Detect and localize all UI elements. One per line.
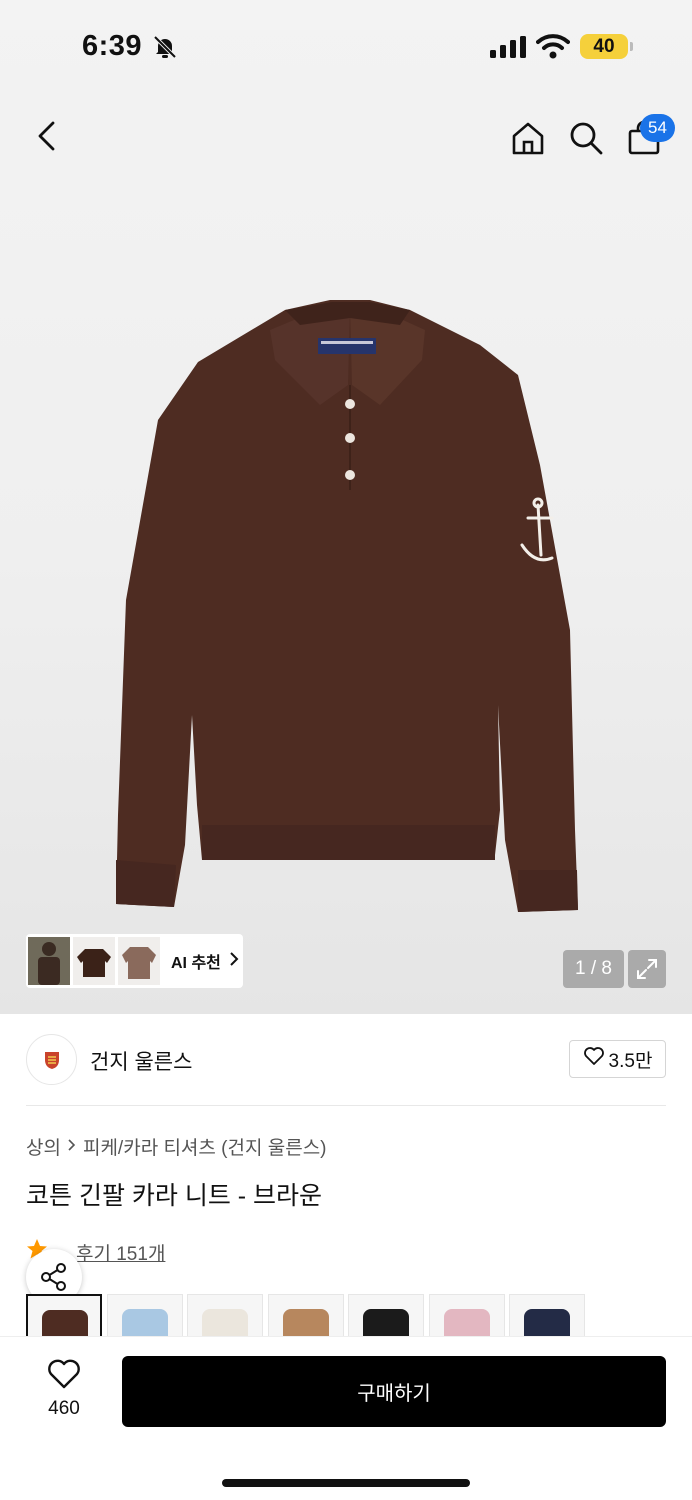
- top-nav: [0, 108, 692, 168]
- swatch-shirt: [121, 1309, 168, 1336]
- breadcrumb-subcategory[interactable]: 피케/카라 티셔츠 (건지 울른스): [83, 1133, 327, 1160]
- product-gallery[interactable]: 6:39 40 54 AI 추천 1 / 8: [0, 0, 692, 1014]
- swatch-shirt: [202, 1309, 248, 1336]
- product-image[interactable]: [100, 300, 595, 920]
- color-swatch[interactable]: [187, 1294, 263, 1336]
- image-counter: 1 / 8: [563, 950, 624, 988]
- color-swatch[interactable]: [509, 1294, 585, 1336]
- color-swatch[interactable]: [348, 1294, 424, 1336]
- divider: [26, 1105, 666, 1106]
- expand-icon[interactable]: [628, 950, 666, 988]
- signal-icon: [490, 36, 526, 63]
- bottom-bar: 460 구매하기: [0, 1336, 692, 1500]
- brand-name[interactable]: 건지 울른스: [90, 1046, 192, 1076]
- battery-icon: 40: [580, 34, 628, 59]
- brand-like-button[interactable]: 3.5만: [569, 1040, 666, 1078]
- brand-logo[interactable]: [26, 1034, 77, 1085]
- color-swatch[interactable]: [106, 1294, 183, 1336]
- battery-cap: [630, 42, 633, 51]
- ai-recommend-label: AI 추천: [171, 955, 221, 972]
- home-indicator[interactable]: [222, 1479, 470, 1487]
- review-link[interactable]: 후기 151개: [76, 1239, 165, 1266]
- buy-button[interactable]: 구매하기: [122, 1356, 666, 1427]
- swatch-shirt: [524, 1309, 570, 1336]
- heart-icon: [583, 1046, 605, 1072]
- color-options: [26, 1294, 692, 1336]
- ai-recommend-button[interactable]: AI 추천: [26, 934, 243, 988]
- home-icon[interactable]: [506, 116, 550, 160]
- cart-count-badge: 54: [640, 114, 675, 142]
- status-bar: 6:39 40: [0, 0, 692, 92]
- search-icon[interactable]: [564, 116, 608, 160]
- wishlist-button[interactable]: 460: [30, 1359, 98, 1427]
- ai-thumb-styled: [28, 937, 70, 985]
- product-title: 코튼 긴팔 카라 니트 - 브라운: [26, 1182, 323, 1210]
- color-swatch[interactable]: [267, 1294, 344, 1336]
- wifi-icon: [536, 33, 570, 64]
- swatch-shirt: [42, 1310, 88, 1336]
- ai-thumb-item: [73, 937, 115, 985]
- swatch-shirt: [443, 1309, 490, 1336]
- status-time: 6:39: [82, 30, 143, 62]
- brand-like-count: 3.5만: [608, 1050, 653, 1072]
- bell-off-icon: [152, 34, 178, 65]
- color-swatch[interactable]: [26, 1294, 102, 1336]
- back-icon[interactable]: [28, 118, 64, 154]
- color-swatch[interactable]: [428, 1294, 505, 1336]
- chevron-right-icon: [67, 1136, 77, 1158]
- heart-icon: [47, 1359, 81, 1394]
- ai-thumb-item: [118, 937, 160, 985]
- chevron-right-icon: [229, 951, 239, 972]
- swatch-shirt: [282, 1309, 329, 1336]
- breadcrumb: 상의 피케/카라 티셔츠 (건지 울른스): [26, 1133, 327, 1160]
- wishlist-count: 460: [48, 1398, 80, 1419]
- breadcrumb-category[interactable]: 상의: [26, 1133, 61, 1160]
- swatch-shirt: [363, 1309, 409, 1336]
- brand-row[interactable]: 건지 울른스 3.5만: [26, 1034, 666, 1086]
